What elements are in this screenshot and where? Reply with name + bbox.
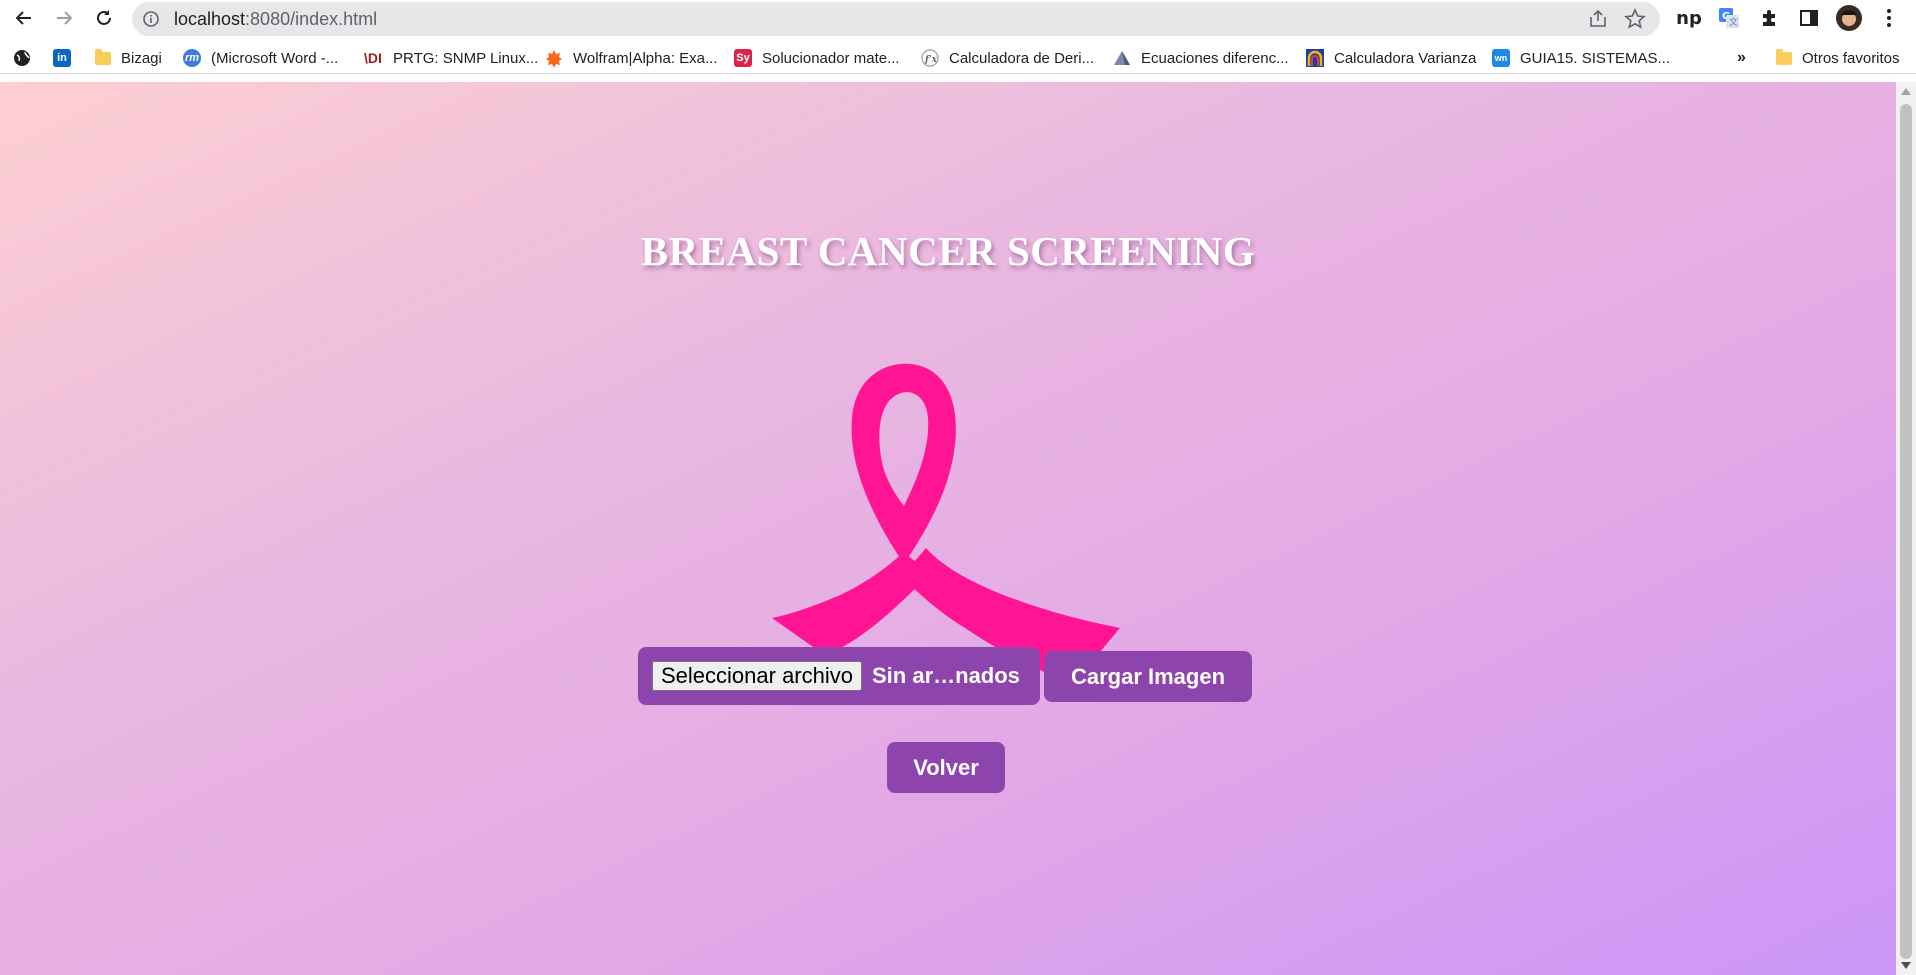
wn-icon: wn	[1492, 49, 1510, 67]
pyramid-icon	[1113, 49, 1131, 67]
translate-extension-icon[interactable]: G文	[1716, 5, 1742, 31]
bookmark-label: (Microsoft Word -...	[211, 49, 339, 67]
file-status-text: Sin ar…nados	[872, 663, 1020, 688]
sy-icon: Sy	[734, 49, 752, 67]
bookmark-star-icon[interactable]	[1624, 8, 1646, 35]
scrollbar-thumb[interactable]	[1900, 104, 1912, 959]
bookmark-ecuaciones[interactable]: Ecuaciones diferenc...	[1113, 46, 1289, 70]
folder-icon	[95, 48, 111, 65]
other-bookmarks-folder[interactable]: Otros favoritos	[1776, 46, 1900, 70]
bookmarks-overflow-button[interactable]: »	[1737, 46, 1746, 70]
bookmark-calculadora-derivadas[interactable]: f'x Calculadora de Deri...	[921, 46, 1094, 70]
bookmark-label: Bizagi	[121, 49, 162, 67]
bookmark-guia15[interactable]: wn GUIA15. SISTEMAS...	[1492, 46, 1670, 70]
choose-file-button[interactable]: Seleccionar archivo	[652, 661, 862, 691]
url-host: localhost	[174, 9, 246, 29]
svg-text:f'x: f'x	[924, 55, 938, 65]
bookmark-label: Calculadora de Deri...	[949, 49, 1095, 67]
globe-icon	[13, 49, 31, 67]
rm-icon: rm	[183, 49, 201, 67]
site-info-icon[interactable]	[142, 10, 160, 33]
bookmark-solucionador[interactable]: Sy Solucionador mate...	[734, 46, 900, 70]
profile-avatar-icon[interactable]	[1836, 5, 1862, 31]
url-text: localhost:8080/index.html	[174, 9, 377, 30]
linkedin-icon: in	[53, 49, 71, 67]
bookmark-calculadora-varianza[interactable]: Calculadora Varianza	[1306, 46, 1476, 70]
bookmark-bizagi[interactable]: Bizagi	[95, 46, 162, 70]
page-viewport: BREAST CANCER SCREENING Seleccionar arch…	[0, 82, 1896, 975]
np-label: np	[1676, 7, 1702, 29]
bookmark-prtg[interactable]: \DI PRTG: SNMP Linux...	[363, 46, 538, 70]
scroll-down-arrow-icon[interactable]	[1901, 962, 1911, 969]
back-button[interactable]: Volver	[887, 742, 1005, 793]
page-title: BREAST CANCER SCREENING	[640, 228, 1256, 274]
forward-arrow-icon[interactable]	[50, 4, 78, 32]
np-extension-icon[interactable]: np	[1676, 5, 1702, 31]
prtg-icon: \DI	[363, 49, 383, 67]
svg-text:文: 文	[1729, 16, 1738, 28]
back-arrow-icon[interactable]	[10, 4, 38, 32]
bookmark-label: PRTG: SNMP Linux...	[393, 49, 539, 67]
overflow-chevron-icon: »	[1737, 49, 1746, 66]
share-icon[interactable]	[1588, 9, 1608, 34]
bookmark-label: Solucionador mate...	[762, 49, 900, 67]
arc-icon	[1306, 49, 1324, 67]
bookmark-label: Wolfram|Alpha: Exa...	[573, 49, 718, 67]
bookmark-microsoft-word[interactable]: rm (Microsoft Word -...	[183, 46, 338, 70]
file-input-container[interactable]: Seleccionar archivo Sin ar…nados	[638, 647, 1040, 705]
wolfram-icon	[545, 49, 563, 67]
derivative-icon: f'x	[921, 49, 939, 67]
folder-icon	[1776, 48, 1792, 65]
side-panel-icon[interactable]	[1796, 5, 1822, 31]
extensions-puzzle-icon[interactable]	[1756, 5, 1782, 31]
bookmark-globe[interactable]	[13, 46, 31, 70]
scroll-up-arrow-icon[interactable]	[1901, 88, 1911, 95]
url-path: :8080/index.html	[245, 9, 378, 29]
bookmarks-bar: in Bizagi rm (Microsoft Word -... \DI PR…	[0, 42, 1916, 74]
bookmark-linkedin[interactable]: in	[53, 46, 71, 70]
upload-image-button[interactable]: Cargar Imagen	[1044, 651, 1252, 702]
bookmark-label: Calculadora Varianza	[1334, 49, 1477, 67]
vertical-scrollbar[interactable]	[1896, 82, 1916, 975]
browser-toolbar: localhost:8080/index.html np G文	[0, 0, 1916, 36]
bookmark-label: Ecuaciones diferenc...	[1141, 49, 1289, 67]
bookmark-label: GUIA15. SISTEMAS...	[1520, 49, 1671, 67]
address-bar[interactable]: localhost:8080/index.html	[132, 2, 1660, 36]
bookmark-wolfram[interactable]: Wolfram|Alpha: Exa...	[545, 46, 718, 70]
other-bookmarks-label: Otros favoritos	[1802, 49, 1900, 67]
browser-menu-icon[interactable]	[1876, 5, 1902, 31]
reload-icon[interactable]	[90, 4, 118, 32]
